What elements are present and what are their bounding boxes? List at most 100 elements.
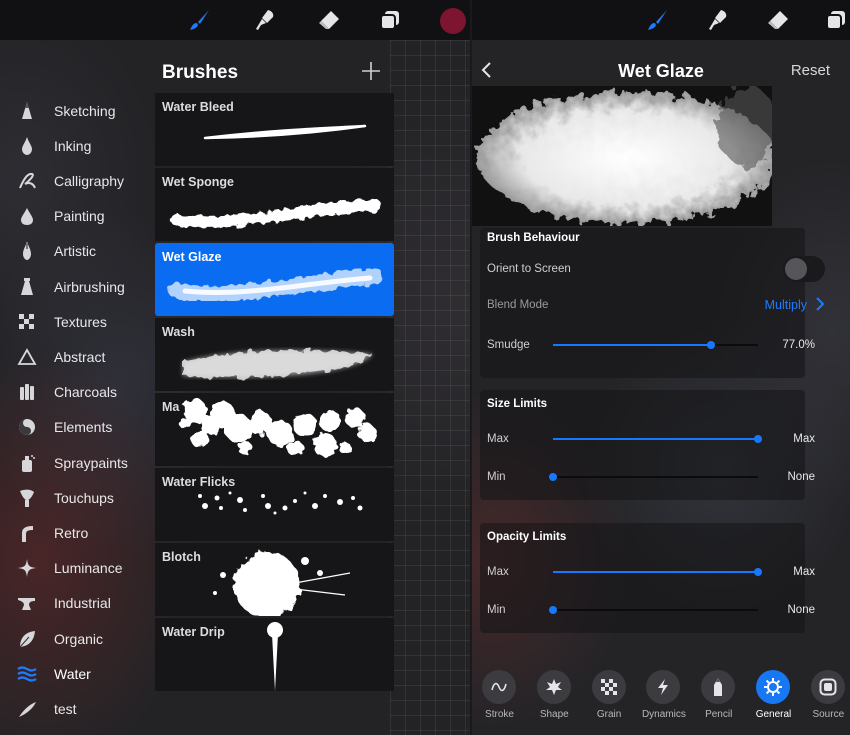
add-brush-plus-icon[interactable] [360, 60, 382, 82]
category-label: test [54, 700, 77, 717]
top-toolbar [0, 0, 470, 40]
category-item[interactable]: Charcoals [0, 375, 155, 410]
category-item[interactable]: Retro [0, 515, 155, 550]
category-label: Spraypaints [54, 454, 128, 471]
anvil-icon [17, 593, 37, 613]
category-item[interactable]: Painting [0, 199, 155, 234]
brush-item[interactable]: Wet Glaze [155, 243, 394, 316]
slider-fill [553, 571, 758, 573]
category-item[interactable]: Abstract [0, 339, 155, 374]
category-label: Retro [54, 524, 89, 541]
airbrush-icon [17, 277, 37, 297]
color-picker-swatch[interactable] [440, 8, 466, 34]
smudge-slider[interactable] [553, 338, 758, 352]
category-label: Organic [54, 630, 104, 647]
calligraphy-stroke-icon [17, 171, 37, 191]
paint-brush-tool-icon[interactable] [186, 6, 214, 34]
category-item[interactable]: Inking [0, 128, 155, 163]
brush-item[interactable]: Water Bleed [155, 93, 394, 166]
tab-label: Source [812, 709, 845, 720]
category-label: Touchups [54, 489, 114, 506]
category-item[interactable]: Touchups [0, 480, 155, 515]
layers-tool-icon[interactable] [822, 6, 850, 34]
category-item[interactable]: Water [0, 656, 155, 691]
layers-tool-icon[interactable] [376, 6, 404, 34]
opacity-min-value: None [787, 604, 816, 616]
category-item[interactable]: test [0, 691, 155, 726]
brush-name: Wet Sponge [162, 175, 234, 189]
brush-item[interactable]: Wet Sponge [155, 168, 394, 241]
artistic-brush-icon [17, 241, 37, 261]
category-label: Charcoals [54, 384, 118, 401]
category-item[interactable]: Elements [0, 410, 155, 445]
brush-name: Water Drip [162, 625, 225, 639]
brush-name: Blotch [162, 550, 201, 564]
category-item[interactable]: Textures [0, 304, 155, 339]
category-item[interactable]: Organic [0, 621, 155, 656]
toggle-knob [785, 258, 807, 280]
category-item[interactable]: Calligraphy [0, 163, 155, 198]
category-label: Calligraphy [54, 172, 125, 189]
opacity-min-label: Min [487, 604, 506, 616]
brush-item[interactable]: Water Flicks [155, 468, 394, 541]
smudge-tool-icon[interactable] [251, 6, 279, 34]
slider-fill [553, 438, 758, 440]
category-label: Airbrushing [54, 278, 125, 295]
size-min-value: None [787, 471, 816, 483]
brush-item[interactable]: Blotch [155, 543, 394, 616]
opacity-max-label: Max [487, 566, 509, 578]
size-min-slider[interactable] [549, 470, 758, 484]
blend-mode-value[interactable]: Multiply [765, 298, 807, 312]
paint-brush-tool-icon[interactable] [644, 6, 672, 34]
opacity-limits-title: Opacity Limits [487, 531, 567, 543]
pencil-icon [701, 670, 736, 704]
orient-to-screen-toggle[interactable] [783, 256, 825, 282]
opacity-min-slider[interactable] [549, 603, 758, 617]
spray-can-icon [17, 453, 37, 473]
size-max-slider[interactable] [553, 432, 762, 446]
slider-knob[interactable] [706, 341, 715, 349]
charcoal-sticks-icon [17, 382, 37, 402]
blend-mode-label: Blend Mode [487, 299, 549, 311]
category-item[interactable]: Artistic [0, 234, 155, 269]
shape-splat-icon [536, 670, 571, 704]
stroke-wave-icon [482, 670, 516, 704]
reset-button[interactable]: Reset [791, 62, 830, 79]
smudge-tool-icon[interactable] [704, 6, 732, 34]
category-item[interactable]: Airbrushing [0, 269, 155, 304]
tab-source[interactable]: Source [801, 668, 850, 728]
brush-name: Water Flicks [162, 475, 236, 489]
slider-fill [553, 344, 711, 346]
triangle-icon [17, 347, 37, 367]
brush-item[interactable]: Ma [155, 393, 394, 466]
smudge-value: 77.0% [782, 339, 815, 351]
size-limits-section: Size Limits Max Max Min None [480, 390, 815, 500]
slider-knob[interactable] [754, 435, 762, 443]
slider-knob[interactable] [754, 568, 762, 576]
brush-item[interactable]: Water Drip [155, 618, 394, 691]
orient-to-screen-label: Orient to Screen [487, 263, 571, 275]
category-item[interactable]: Luminance [0, 551, 155, 586]
brush-name: Ma [162, 400, 180, 414]
eraser-tool-icon[interactable] [315, 6, 343, 34]
category-item[interactable]: Spraypaints [0, 445, 155, 480]
category-item[interactable]: Industrial [0, 586, 155, 621]
slider-track [553, 609, 758, 611]
slider-knob[interactable] [549, 606, 557, 614]
opacity-max-slider[interactable] [553, 565, 762, 579]
yin-yang-icon [17, 417, 37, 437]
top-toolbar-right [472, 0, 850, 40]
brush-item[interactable]: Wash [155, 318, 394, 391]
size-max-label: Max [487, 433, 509, 445]
slider-knob[interactable] [549, 473, 557, 481]
category-label: Painting [54, 208, 105, 225]
sparkle-icon [17, 558, 37, 578]
leaf-icon [17, 629, 37, 649]
chevron-right-icon[interactable] [815, 296, 825, 312]
eraser-tool-icon[interactable] [764, 6, 792, 34]
brush-name: Wash [162, 325, 195, 339]
opacity-max-value: Max [793, 566, 815, 578]
category-label: Sketching [54, 102, 116, 119]
category-item[interactable]: Sketching [0, 93, 155, 128]
grain-checker-icon [591, 670, 626, 704]
